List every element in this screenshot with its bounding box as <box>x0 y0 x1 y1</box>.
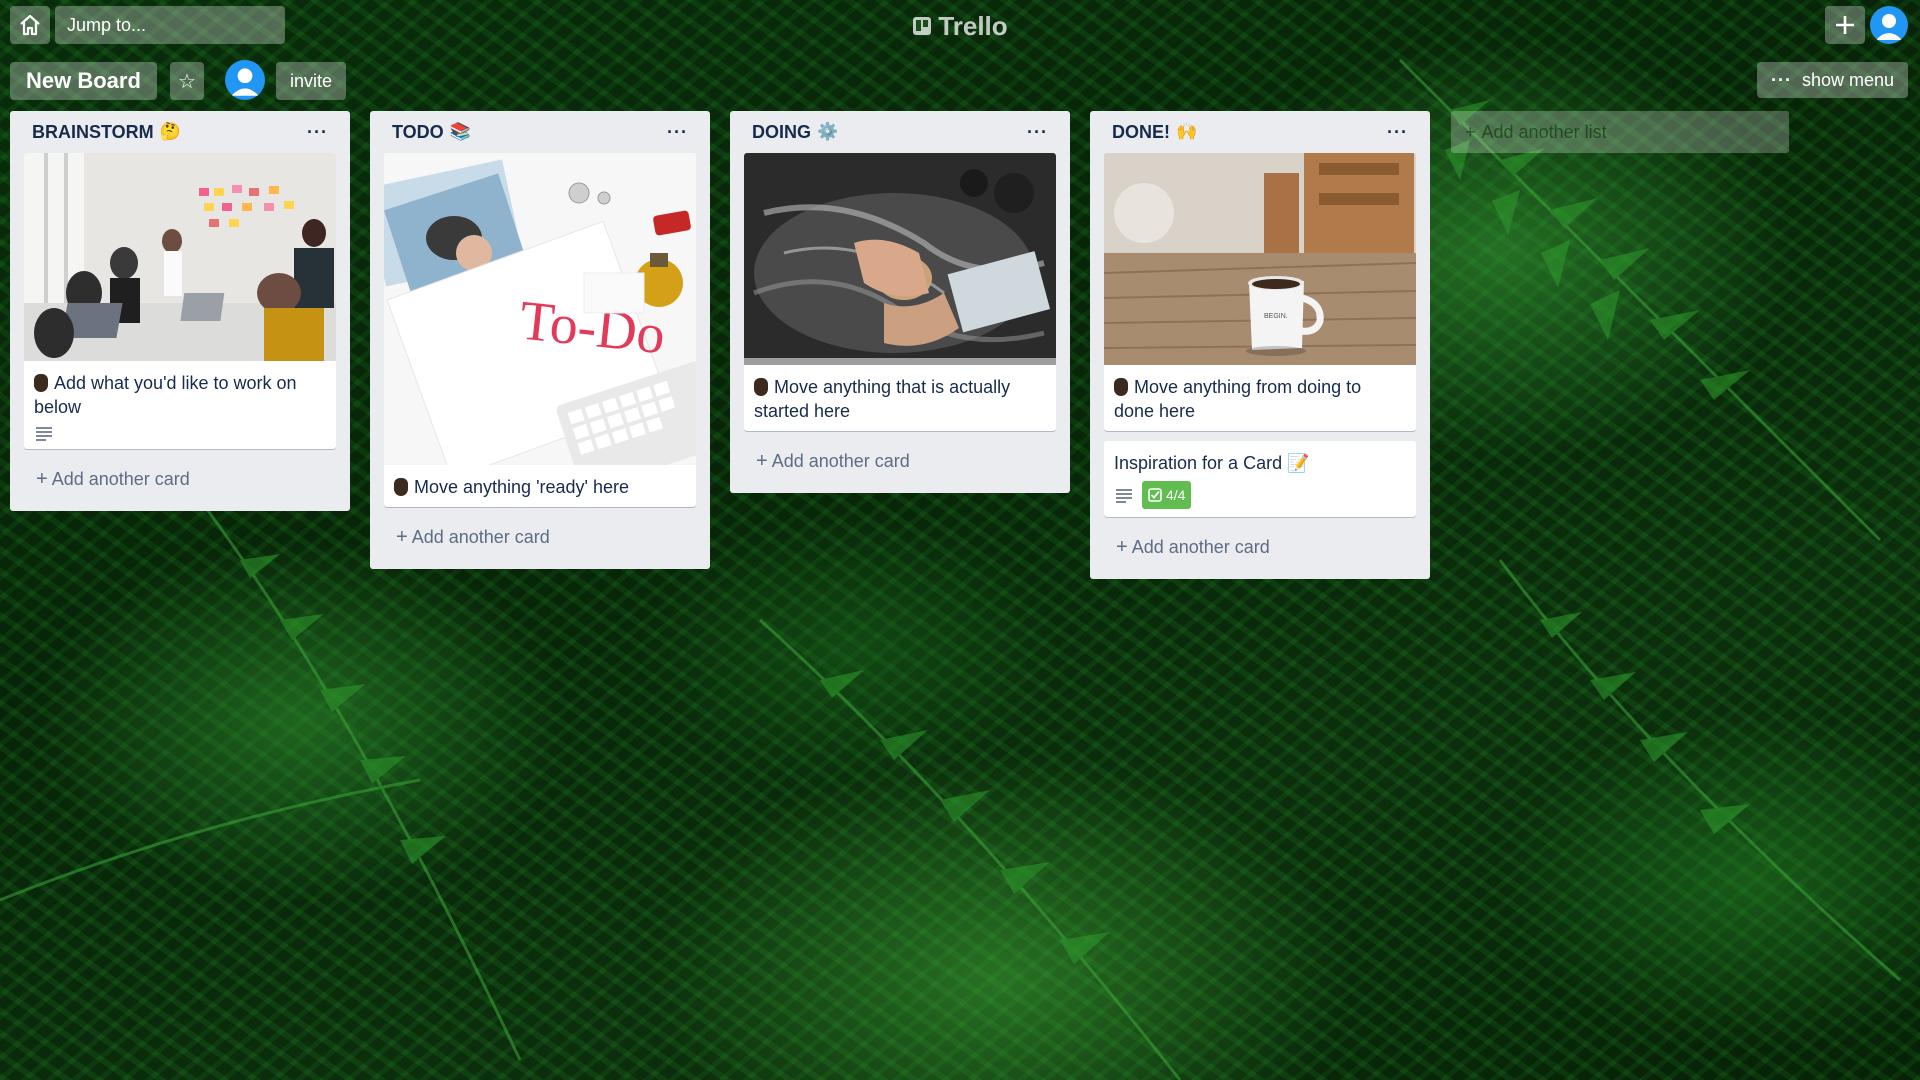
description-icon <box>1116 489 1132 503</box>
search-input[interactable] <box>65 13 301 37</box>
user-avatar[interactable] <box>1870 6 1908 44</box>
checkbox-icon <box>1148 488 1162 502</box>
coffee-mug-photo-cover: BEGIN. <box>1104 153 1416 365</box>
plus-icon: + <box>1116 535 1128 558</box>
card[interactable]: Inspiration for a Card 📝 4/4 <box>1104 441 1416 517</box>
list-title[interactable]: DOING <box>752 122 811 143</box>
plus-icon: + <box>1465 121 1476 142</box>
gear-emoji-icon: ⚙️ <box>817 122 839 141</box>
star-board-button[interactable]: ☆ <box>170 62 204 100</box>
meeting-photo-cover <box>24 153 336 361</box>
card-title: Add what you'd like to work on below <box>34 373 297 417</box>
jump-to-search[interactable] <box>55 6 301 44</box>
card[interactable]: Move anything that is actually started h… <box>744 153 1056 431</box>
plus-icon <box>1836 16 1854 34</box>
logo-text: Trello <box>938 10 1008 41</box>
backhand-pointing-icon <box>34 374 48 392</box>
svg-text:BEGIN.: BEGIN. <box>1264 313 1288 320</box>
add-card-button[interactable]: + Add another card <box>744 441 1056 481</box>
star-icon: ☆ <box>178 70 196 93</box>
list-done: DONE! 🙌 ··· BEGIN. Move anything from do… <box>1090 111 1430 579</box>
books-emoji-icon: 📚 <box>449 122 471 141</box>
card[interactable]: BEGIN. Move anything from doing to done … <box>1104 153 1416 431</box>
create-button[interactable] <box>1825 6 1865 44</box>
plus-icon: + <box>396 525 408 548</box>
plus-icon: + <box>756 449 768 472</box>
add-card-label: Add another card <box>51 468 190 489</box>
card[interactable]: To-Do Move anything 'ready' here <box>384 153 696 507</box>
home-icon <box>20 14 40 36</box>
trello-logo[interactable]: Trello <box>900 10 1020 42</box>
list-menu-button[interactable]: ··· <box>1027 122 1048 143</box>
list-header[interactable]: DOING ⚙️ ··· <box>744 111 1056 153</box>
board-member-avatar[interactable] <box>225 60 265 100</box>
list-todo: TODO 📚 ··· To-Do Move anything 'ready' h… <box>370 111 710 569</box>
list-brainstorm: BRAINSTORM 🤔 ··· Add what you'd like to … <box>10 111 350 511</box>
todo-desk-photo-cover: To-Do <box>384 153 696 465</box>
list-menu-button[interactable]: ··· <box>307 122 328 143</box>
ellipsis-icon: ··· <box>1771 69 1792 90</box>
list-title[interactable]: TODO <box>392 122 444 143</box>
board-title[interactable]: New Board <box>10 62 157 100</box>
add-card-label: Add another card <box>1131 536 1270 557</box>
dough-photo-cover <box>744 153 1056 365</box>
backhand-pointing-icon <box>1114 378 1128 396</box>
add-card-label: Add another card <box>771 450 910 471</box>
list-header[interactable]: BRAINSTORM 🤔 ··· <box>24 111 336 153</box>
raised-hands-emoji-icon: 🙌 <box>1176 122 1198 141</box>
backhand-pointing-icon <box>754 378 768 396</box>
list-title[interactable]: BRAINSTORM <box>32 122 154 143</box>
card-title: Move anything that is actually started h… <box>754 377 1011 421</box>
memo-emoji-icon: 📝 <box>1287 453 1310 473</box>
card-title: Move anything from doing to done here <box>1114 377 1362 421</box>
add-card-label: Add another card <box>411 526 550 547</box>
list-title[interactable]: DONE! <box>1112 122 1170 143</box>
show-menu-button[interactable]: ··· show menu <box>1757 62 1909 98</box>
trello-board-icon <box>913 17 932 35</box>
top-bar: Trello <box>0 0 1920 50</box>
add-list-button[interactable]: + Add another list <box>1451 111 1789 153</box>
backhand-pointing-icon <box>394 478 408 496</box>
list-header[interactable]: DONE! 🙌 ··· <box>1104 111 1416 153</box>
user-icon <box>231 68 259 96</box>
plus-icon: + <box>36 467 48 490</box>
thinking-emoji-icon: 🤔 <box>159 122 181 141</box>
home-button[interactable] <box>10 6 50 44</box>
add-list-label: Add another list <box>1481 121 1607 142</box>
add-card-button[interactable]: + Add another card <box>384 517 696 557</box>
checklist-badge: 4/4 <box>1142 481 1192 509</box>
card[interactable]: Add what you'd like to work on below <box>24 153 336 449</box>
add-card-button[interactable]: + Add another card <box>1104 527 1416 567</box>
list-doing: DOING ⚙️ ··· Move anything that is actua… <box>730 111 1070 493</box>
invite-button[interactable]: invite <box>276 62 347 100</box>
description-icon <box>36 427 52 441</box>
list-header[interactable]: TODO 📚 ··· <box>384 111 696 153</box>
add-card-button[interactable]: + Add another card <box>24 459 336 499</box>
list-menu-button[interactable]: ··· <box>1387 122 1408 143</box>
user-icon <box>1876 14 1902 40</box>
card-title: Inspiration for a Card <box>1114 453 1283 473</box>
list-menu-button[interactable]: ··· <box>667 122 688 143</box>
show-menu-label: show menu <box>1801 69 1895 90</box>
card-title: Move anything 'ready' here <box>414 477 629 497</box>
checklist-count: 4/4 <box>1166 487 1186 503</box>
